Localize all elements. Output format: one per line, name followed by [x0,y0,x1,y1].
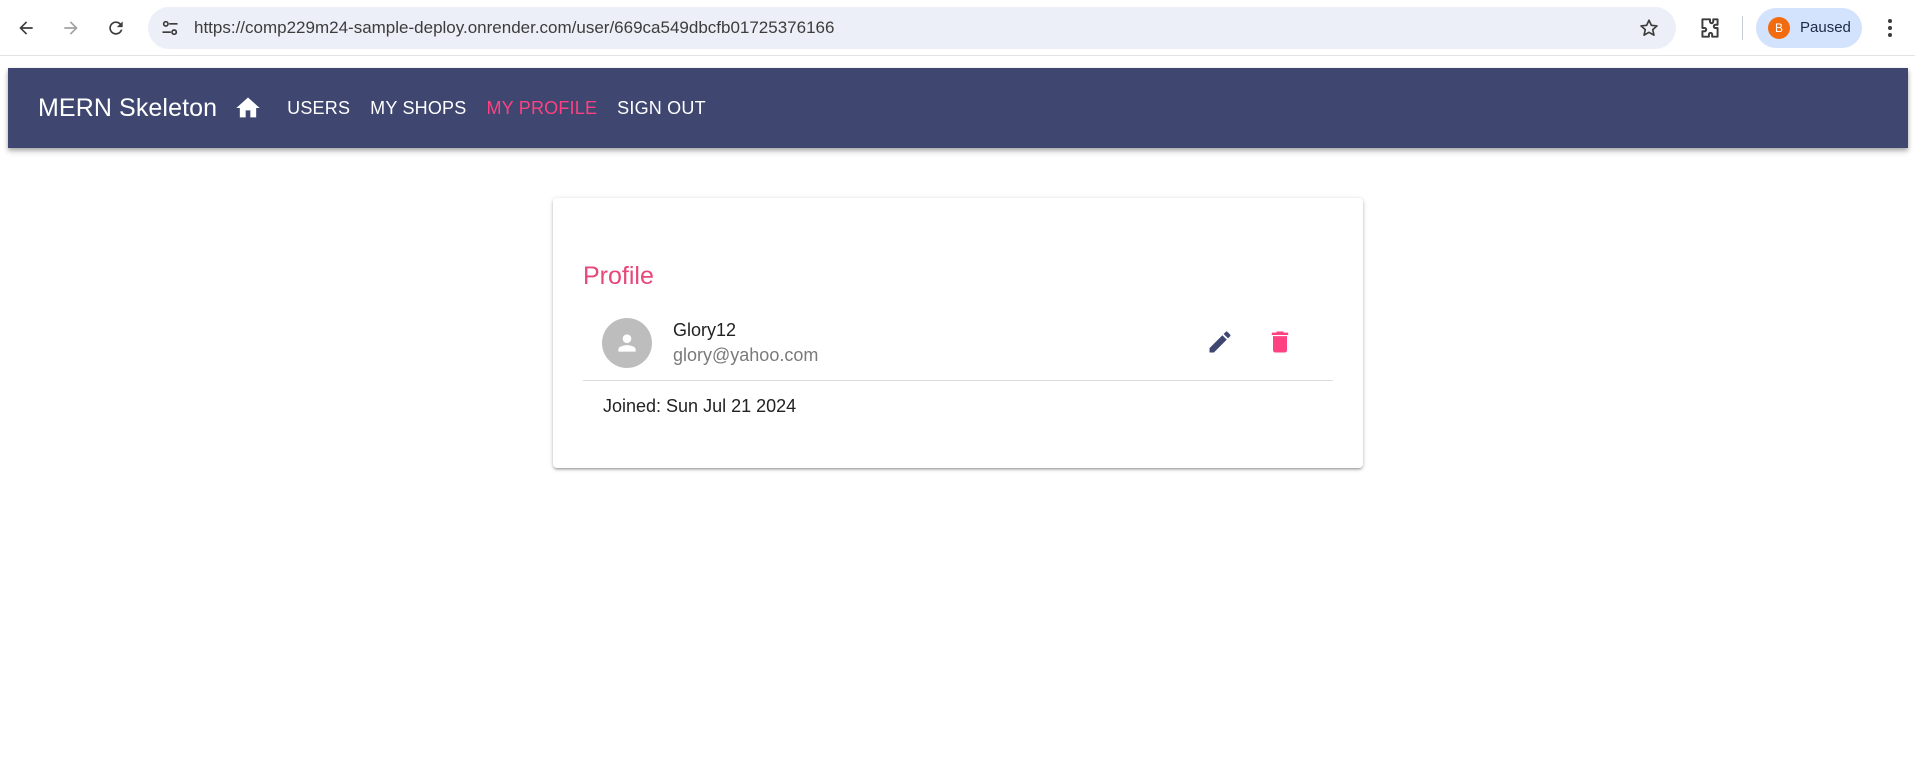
profile-title: Profile [583,262,654,290]
app-bar: MERN Skeleton USERS MY SHOPS MY PROFILE … [8,68,1908,148]
toolbar-divider [1742,16,1743,40]
delete-profile-button[interactable] [1261,323,1299,361]
pencil-icon [1209,331,1231,353]
tune-icon [162,20,178,36]
trash-icon [1271,331,1289,353]
address-bar[interactable]: https://comp229m24-sample-deploy.onrende… [148,7,1676,49]
nav-link-sign-out[interactable]: SIGN OUT [607,92,716,125]
nav-link-my-shops[interactable]: MY SHOPS [360,92,476,125]
site-info-button[interactable] [158,16,182,40]
puzzle-icon[interactable] [1697,15,1723,41]
home-icon [236,97,260,118]
user-list-item: Glory12 glory@yahoo.com [583,308,1333,381]
back-arrow-icon [19,21,33,35]
avatar [602,318,652,368]
profile-avatar: B [1768,17,1790,39]
browser-toolbar: https://comp229m24-sample-deploy.onrende… [0,0,1915,56]
user-email: glory@yahoo.com [673,345,819,365]
reload-button[interactable] [100,12,132,44]
nav-link-users[interactable]: USERS [277,92,360,125]
edit-profile-button[interactable] [1201,323,1239,361]
back-button[interactable] [10,12,42,44]
forward-arrow-icon [64,21,78,35]
star-icon[interactable] [1638,17,1660,39]
home-button[interactable] [231,91,265,125]
reload-icon [109,21,123,35]
nav-link-my-profile[interactable]: MY PROFILE [476,92,607,125]
joined-date: Joined: Sun Jul 21 2024 [603,396,797,416]
app-title: MERN Skeleton [38,93,218,122]
user-name: Glory12 [673,320,737,340]
person-icon [618,334,636,352]
profile-status: Paused [1800,19,1851,36]
forward-button[interactable] [55,12,87,44]
kebab-menu-icon[interactable] [1880,16,1900,40]
profile-card: Profile Glory12 glory@yahoo.com Joined: … [553,198,1363,468]
profile-button[interactable]: B Paused [1756,8,1862,48]
url-text[interactable]: https://comp229m24-sample-deploy.onrende… [194,7,834,49]
